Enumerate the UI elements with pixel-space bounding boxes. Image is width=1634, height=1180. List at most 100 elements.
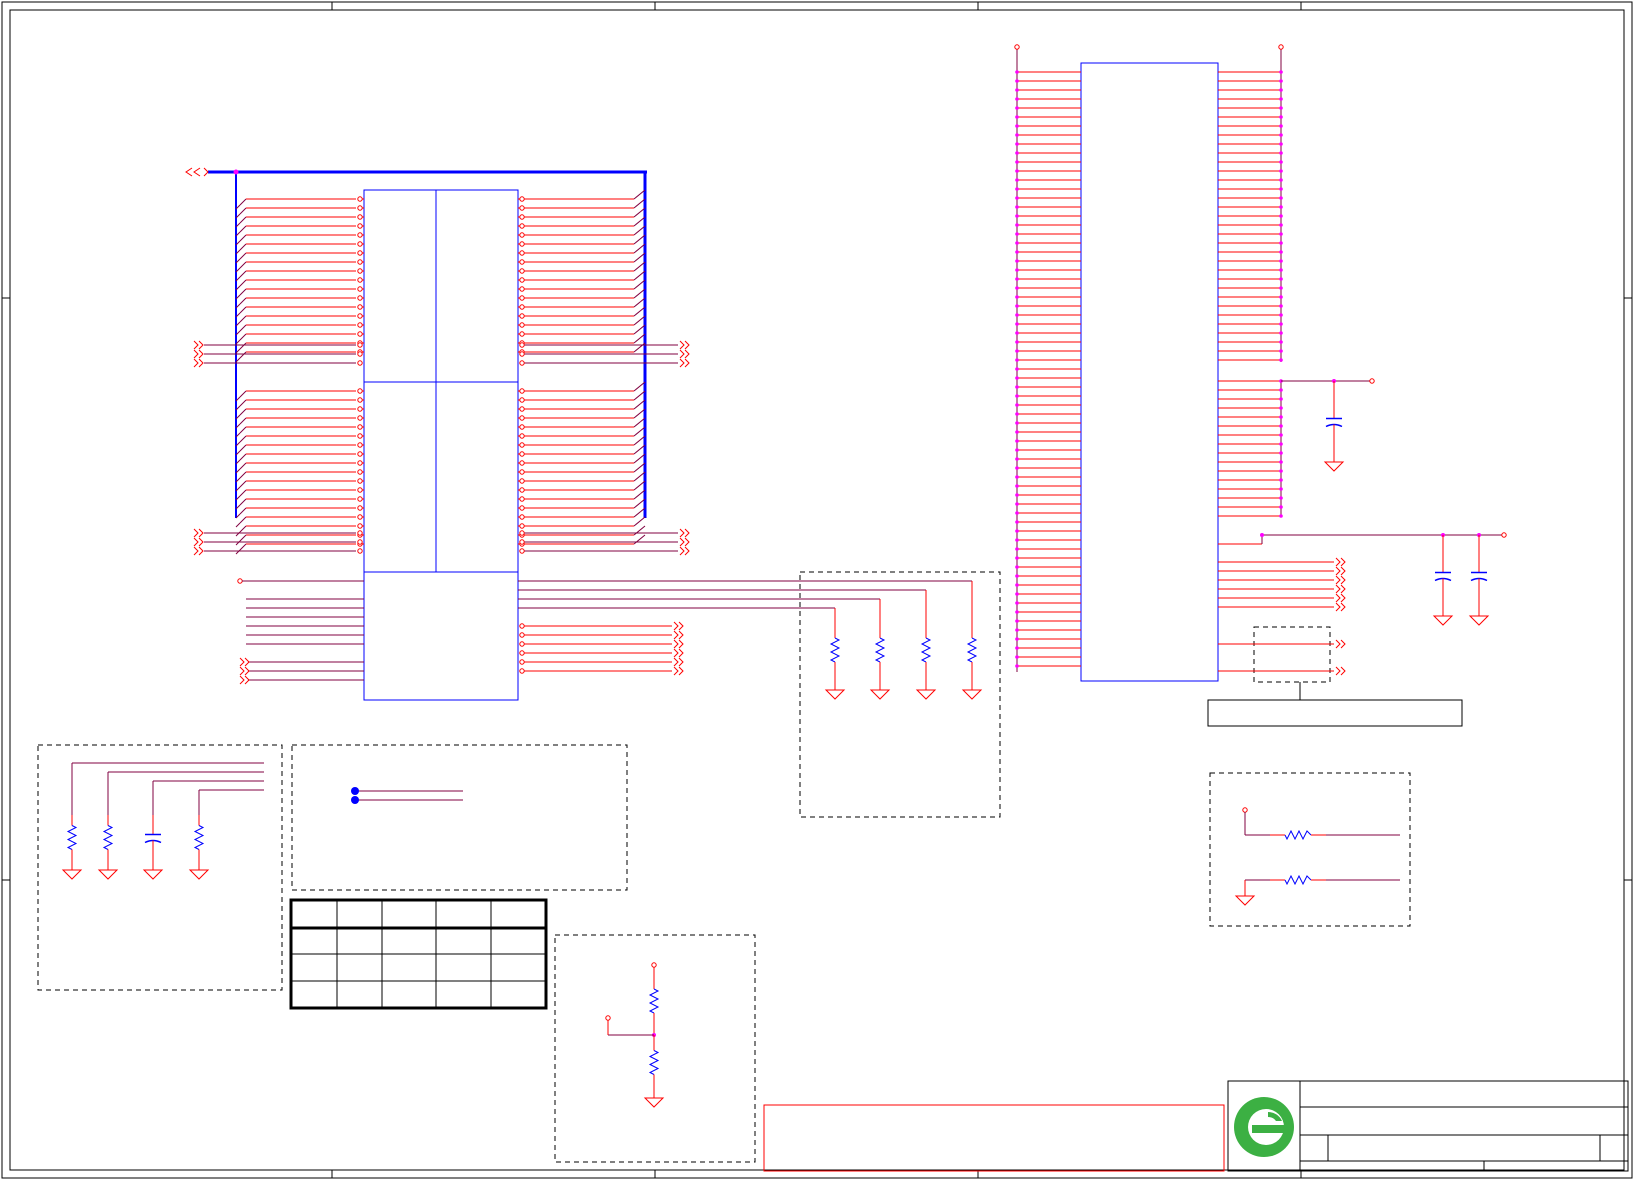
junction-dot [1279, 514, 1283, 518]
junction-dot [1015, 214, 1019, 218]
junction-dot [1279, 304, 1283, 308]
wire [239, 516, 247, 524]
wire [239, 390, 247, 398]
wire [633, 261, 646, 272]
pin-end [357, 342, 363, 348]
junction-dot [1015, 403, 1019, 407]
junction-dot [1015, 151, 1019, 155]
offpage-connector-icon [1335, 666, 1346, 676]
junction-dot [1279, 451, 1283, 455]
pin-end [357, 295, 363, 301]
pin-end [357, 505, 363, 511]
resistor-icon [648, 967, 660, 1035]
connector-ic [1080, 62, 1219, 682]
junction-dot [1279, 388, 1283, 392]
junction-dot [1015, 493, 1019, 497]
junction-dot [1279, 277, 1283, 281]
offpage-connector-icon [1335, 602, 1346, 612]
pin-end [605, 1015, 611, 1021]
resistor-icon [1270, 829, 1326, 841]
capacitor-icon [1325, 381, 1343, 462]
junction-dot [1015, 304, 1019, 308]
junction-dot [1015, 466, 1019, 470]
wire [239, 207, 247, 215]
junction-dot [1279, 505, 1283, 509]
junction-dot [1015, 196, 1019, 200]
offpage-connector-icon [193, 358, 204, 368]
pin-end [519, 205, 525, 211]
ground-icon [824, 689, 846, 700]
pin-end [357, 424, 363, 430]
pin-end [357, 539, 363, 545]
connector-ic-pins [1014, 44, 1507, 676]
junction-dot [1015, 655, 1019, 659]
resistor-body [829, 637, 841, 663]
junction-dot [1015, 250, 1019, 254]
voltage-divider [605, 962, 665, 1108]
junction-dot [1279, 313, 1283, 317]
wire [239, 534, 247, 542]
resistor-body [1284, 874, 1312, 886]
pin-end [357, 415, 363, 421]
wire [633, 462, 646, 473]
junction-dot [1015, 277, 1019, 281]
jumper-group-box [291, 744, 628, 891]
junction-dot [1015, 529, 1019, 533]
pin-end [1501, 532, 1507, 538]
ground-icon [1432, 615, 1454, 626]
junction-dot [1279, 322, 1283, 326]
junction-dot [1279, 469, 1283, 473]
wire [633, 252, 646, 263]
pin-end [519, 342, 525, 348]
pin-end [357, 259, 363, 265]
pin-end [357, 478, 363, 484]
offpage-connector-icon [679, 537, 690, 547]
wire [239, 225, 247, 233]
memory-ic-pins [193, 189, 690, 685]
capacitor-icon [144, 815, 162, 860]
pin-end [519, 632, 525, 638]
wire [239, 351, 247, 359]
wire [239, 252, 247, 260]
pin-end [357, 487, 363, 493]
resistor-icon [829, 630, 841, 670]
pin-end [1369, 378, 1375, 384]
pin-end [519, 668, 525, 674]
junction-dot [1279, 133, 1283, 137]
pin-end [357, 313, 363, 319]
wire [633, 498, 646, 509]
pin-end [357, 388, 363, 394]
wire [239, 324, 247, 332]
pin-end [519, 241, 525, 247]
pin-end [357, 277, 363, 283]
junction-dot [1015, 79, 1019, 83]
pin-end [519, 360, 525, 366]
offpage-connector-icon [239, 675, 250, 685]
offpage-connector-icon [193, 537, 204, 547]
junction-dot [1015, 376, 1019, 380]
wire [239, 306, 247, 314]
junction-dot [1015, 385, 1019, 389]
wire [239, 399, 247, 407]
ground-icon [643, 1097, 665, 1108]
pin-end [357, 451, 363, 457]
pin-end [357, 514, 363, 520]
junction-dot [1279, 478, 1283, 482]
left-bus [208, 169, 647, 518]
pin-end [519, 286, 525, 292]
ground-icon [1323, 461, 1345, 472]
wire [239, 471, 247, 479]
pin-end [357, 496, 363, 502]
wire [633, 381, 646, 392]
wire [239, 417, 247, 425]
resistor-body [648, 988, 660, 1014]
pin-end [357, 442, 363, 448]
pin-end [519, 331, 525, 337]
pullup-network [61, 762, 264, 880]
pin-end [519, 523, 525, 529]
junction-dot [1279, 460, 1283, 464]
wire [239, 288, 247, 296]
junction-dot [1015, 475, 1019, 479]
annotation-box [1253, 626, 1331, 683]
pin-end [519, 460, 525, 466]
